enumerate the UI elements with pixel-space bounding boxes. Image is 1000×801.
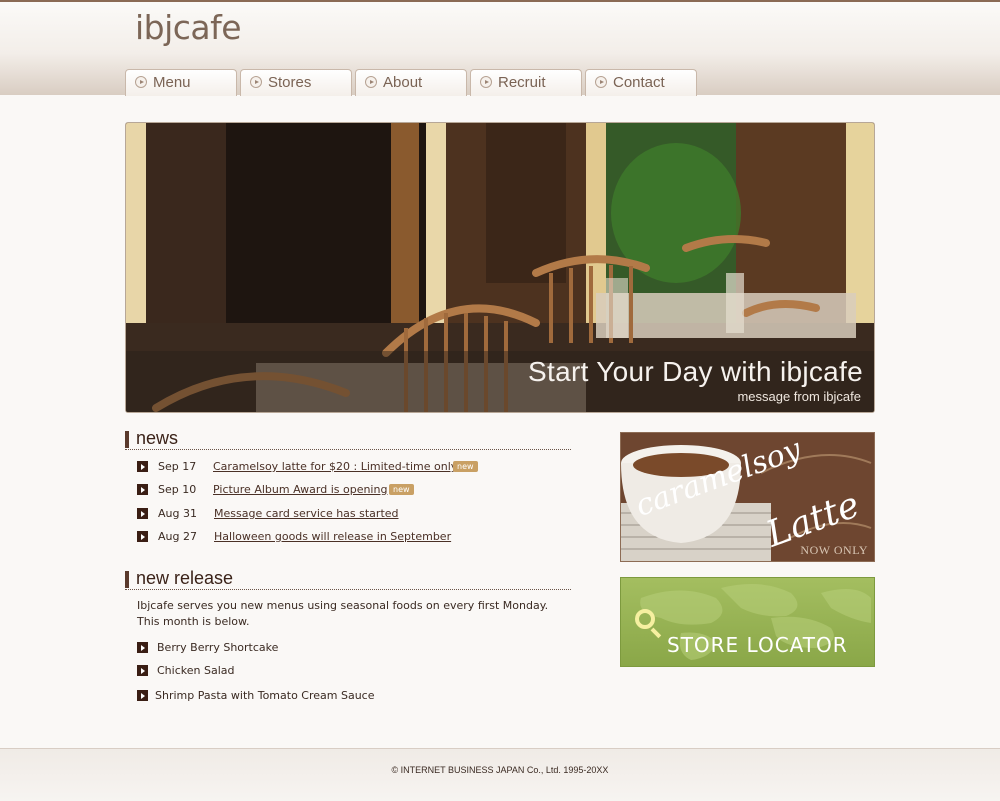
news-link[interactable]: Message card service has started: [214, 507, 399, 520]
new-release-intro: Ibjcafe serves you new menus using seaso…: [137, 598, 548, 630]
news-link[interactable]: Caramelsoy latte for $20 : Limited-time …: [213, 460, 457, 473]
news-date: Aug 27: [158, 530, 197, 543]
menu-item-label: Chicken Salad: [157, 664, 235, 677]
nav-tab-label: About: [383, 74, 423, 91]
news-link-text: Caramelsoy latte for $20 : Limited-time …: [213, 460, 458, 473]
nav-tab-about[interactable]: About: [355, 69, 467, 96]
nav-tab-stores[interactable]: Stores: [240, 69, 352, 96]
intro-line: Ibjcafe serves you new menus using seaso…: [137, 599, 549, 612]
magnifier-icon: [635, 609, 662, 639]
news-link-text: Halloween goods will release in Septembe…: [214, 530, 452, 543]
play-bullet-icon: [135, 76, 147, 88]
hero-title: Start Your Day with ibjcafe: [528, 356, 863, 387]
heading-bar: [125, 571, 129, 588]
news-link-text: Picture Album Award is opening: [213, 483, 388, 496]
promo-tag: NOW ONLY: [800, 543, 868, 557]
hero-banner: Start Your Day with ibjcafe message from…: [125, 122, 875, 413]
heading-bar: [125, 431, 129, 448]
arrow-bullet-icon: [137, 508, 148, 519]
copyright-text: © INTERNET BUSINESS JAPAN Co., Ltd. 1995…: [391, 765, 609, 775]
menu-item-label: Berry Berry Shortcake: [157, 641, 279, 654]
news-heading-text: news: [136, 428, 179, 448]
caramelsoy-latte-banner[interactable]: caramelsoy Latte NOW ONLY: [620, 432, 875, 562]
arrow-bullet-icon: [137, 531, 148, 542]
play-bullet-icon: [480, 76, 492, 88]
nav-tab-label: Recruit: [498, 74, 546, 91]
new-badge: new: [389, 484, 414, 495]
arrow-bullet-icon: [137, 690, 148, 701]
play-bullet-icon: [250, 76, 262, 88]
site-header: ibjcafe Menu Stores About Recruit Contac…: [0, 0, 1000, 96]
site-logo[interactable]: ibjcafe: [135, 8, 242, 47]
store-locator-button[interactable]: STORE LOCATOR: [620, 577, 875, 667]
arrow-bullet-icon: [137, 484, 148, 495]
hero-subtitle: message from ibjcafe: [737, 389, 861, 404]
news-link-text: Message card service has started: [214, 507, 399, 520]
nav-tab-label: Menu: [153, 74, 191, 91]
news-link[interactable]: Halloween goods will release in Septembe…: [214, 530, 451, 543]
intro-line: This month is below.: [137, 615, 250, 628]
news-date: Sep 17: [158, 460, 197, 473]
play-bullet-icon: [595, 76, 607, 88]
site-footer: © INTERNET BUSINESS JAPAN Co., Ltd. 1995…: [0, 748, 1000, 801]
news-heading: news: [125, 428, 571, 450]
news-date: Sep 10: [158, 483, 197, 496]
nav-tab-label: Contact: [613, 74, 665, 91]
news-date: Aug 31: [158, 507, 197, 520]
arrow-bullet-icon: [137, 665, 148, 676]
menu-item-label: Shrimp Pasta with Tomato Cream Sauce: [155, 689, 375, 702]
arrow-bullet-icon: [137, 461, 148, 472]
store-locator-label: STORE LOCATOR: [667, 633, 848, 657]
nav-tab-label: Stores: [268, 74, 312, 91]
nav-tab-contact[interactable]: Contact: [585, 69, 697, 96]
nav-tab-menu[interactable]: Menu: [125, 69, 237, 96]
play-bullet-icon: [365, 76, 377, 88]
news-link[interactable]: Picture Album Award is opening: [213, 483, 387, 496]
arrow-bullet-icon: [137, 642, 148, 653]
new-badge: new: [453, 461, 478, 472]
new-release-heading-text: new release: [136, 568, 234, 588]
nav-tab-recruit[interactable]: Recruit: [470, 69, 582, 96]
new-release-heading: new release: [125, 568, 571, 590]
